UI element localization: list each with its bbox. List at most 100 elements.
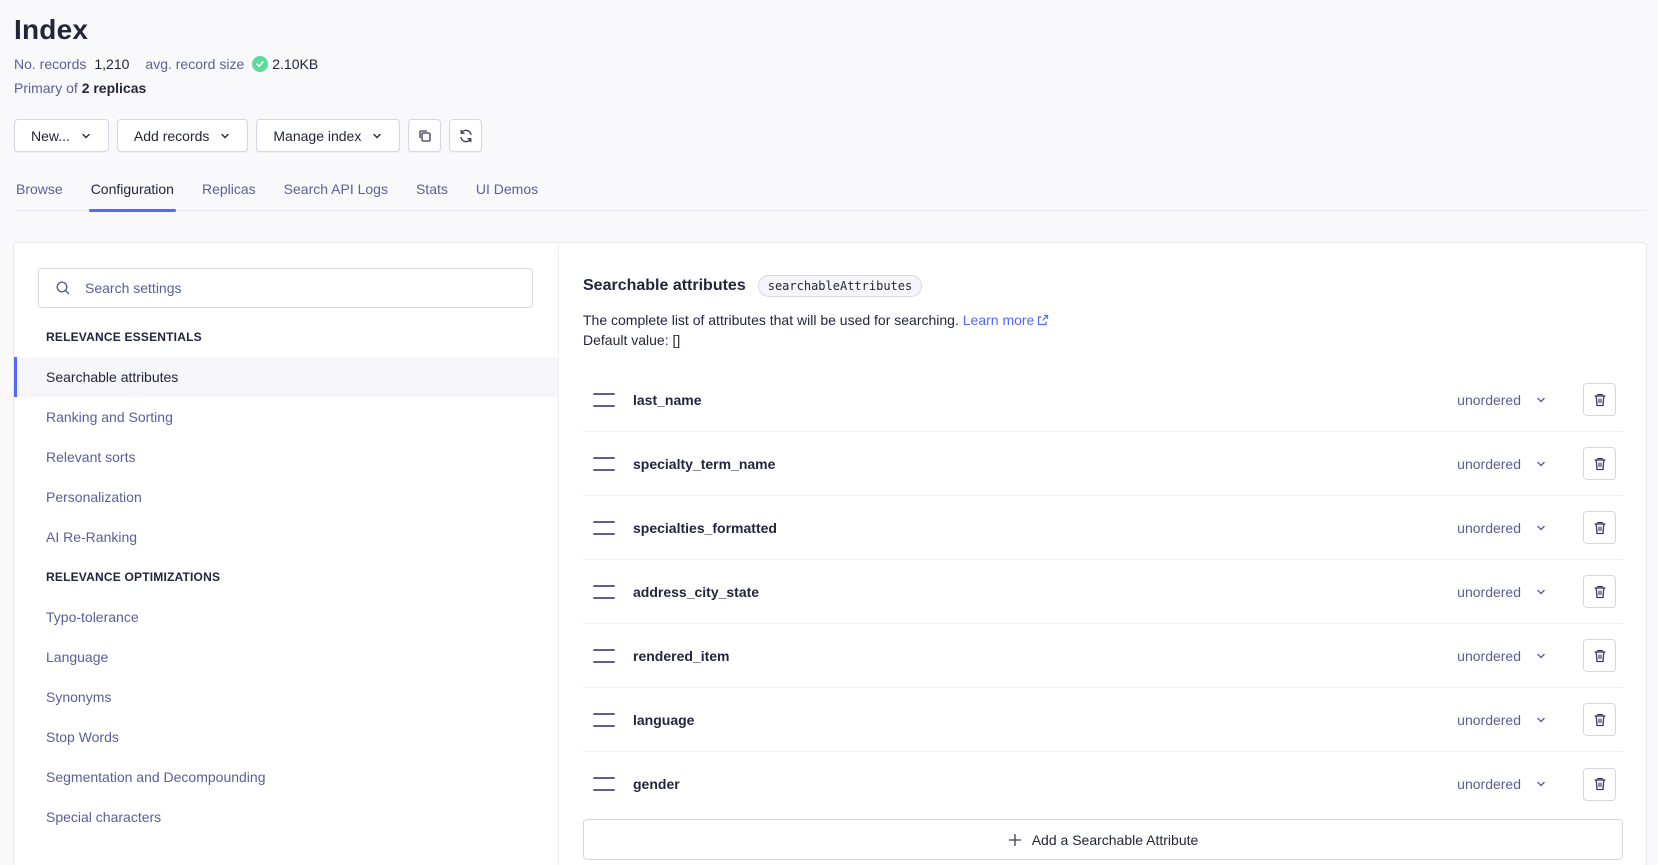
order-value: unordered xyxy=(1457,711,1521,728)
drag-handle-icon[interactable] xyxy=(593,392,615,407)
delete-attribute-button[interactable] xyxy=(1583,767,1616,801)
delete-attribute-button[interactable] xyxy=(1583,511,1616,544)
order-select[interactable]: unordered xyxy=(1457,392,1547,408)
attribute-row: language unordered xyxy=(583,688,1623,752)
sidebar-item-language[interactable]: Language xyxy=(14,637,558,677)
replica-prefix: Primary of xyxy=(14,80,78,96)
drag-handle-icon[interactable] xyxy=(593,456,615,471)
attribute-row: specialty_term_name unordered xyxy=(583,432,1623,496)
tab-replicas[interactable]: Replicas xyxy=(200,178,258,211)
sidebar-item-synonyms[interactable]: Synonyms xyxy=(14,677,558,717)
order-value: unordered xyxy=(1457,455,1521,472)
tab-search-api-logs[interactable]: Search API Logs xyxy=(282,178,390,211)
delete-attribute-button[interactable] xyxy=(1583,639,1616,672)
sidebar-item-ranking-and-sorting[interactable]: Ranking and Sorting xyxy=(14,397,558,437)
attribute-name: specialties_formatted xyxy=(633,519,777,536)
add-searchable-attribute-button[interactable]: Add a Searchable Attribute xyxy=(583,819,1623,860)
attribute-row: gender unordered xyxy=(583,752,1623,816)
replica-link[interactable]: 2 replicas xyxy=(82,80,147,96)
add-records-label: Add records xyxy=(133,127,210,144)
sidebar-item-segmentation[interactable]: Segmentation and Decompounding xyxy=(14,757,558,797)
index-tabs: Browse Configuration Replicas Search API… xyxy=(14,178,1646,212)
section-relevance-optimizations: RELEVANCE OPTIMIZATIONS xyxy=(46,570,221,584)
new-button-label: New... xyxy=(31,127,70,144)
delete-attribute-button[interactable] xyxy=(1583,383,1616,416)
chevron-down-icon xyxy=(373,133,382,138)
order-select[interactable]: unordered xyxy=(1457,584,1547,600)
sidebar-item-personalization[interactable]: Personalization xyxy=(14,477,558,517)
drag-handle-icon[interactable] xyxy=(593,648,615,663)
chevron-down-icon xyxy=(1537,781,1545,787)
attribute-name: gender xyxy=(633,776,680,792)
records-value: 1,210 xyxy=(94,56,130,72)
attribute-name: address_city_state xyxy=(633,583,760,600)
order-select[interactable]: unordered xyxy=(1457,776,1547,792)
trash-icon xyxy=(1593,457,1606,470)
add-records-button[interactable]: Add records xyxy=(116,119,249,152)
attribute-name: rendered_item xyxy=(633,647,730,664)
delete-attribute-button[interactable] xyxy=(1583,703,1616,736)
order-value: unordered xyxy=(1457,647,1521,664)
check-circle-icon xyxy=(252,56,269,72)
tab-stats[interactable]: Stats xyxy=(414,178,450,211)
learn-more-label: Learn more xyxy=(962,312,1035,328)
chevron-down-icon xyxy=(1537,525,1545,530)
attribute-name: language xyxy=(633,711,695,728)
order-select[interactable]: unordered xyxy=(1457,712,1547,728)
section-description: The complete list of attributes that wil… xyxy=(583,310,1049,350)
chevron-down-icon xyxy=(1537,589,1545,594)
chevron-down-icon xyxy=(1537,461,1545,466)
replica-info: Primary of 2 replicas xyxy=(14,80,318,96)
avg-size-value: 2.10KB xyxy=(272,56,319,72)
tab-configuration[interactable]: Configuration xyxy=(88,178,177,212)
manage-index-button[interactable]: Manage index xyxy=(256,119,401,152)
order-select[interactable]: unordered xyxy=(1457,648,1547,664)
settings-search[interactable] xyxy=(38,268,533,308)
section-relevance-essentials: RELEVANCE ESSENTIALS xyxy=(46,330,202,344)
copy-button[interactable] xyxy=(408,119,442,152)
drag-handle-icon[interactable] xyxy=(593,712,615,727)
default-value-text: Default value: [] xyxy=(583,332,681,348)
section-title: Searchable attributes xyxy=(583,277,746,294)
delete-attribute-button[interactable] xyxy=(1583,575,1616,608)
order-select[interactable]: unordered xyxy=(1457,520,1547,536)
attribute-row: specialties_formatted unordered xyxy=(583,496,1623,560)
trash-icon xyxy=(1593,521,1606,534)
api-parameter-badge: searchableAttributes xyxy=(757,275,923,297)
chevron-down-icon xyxy=(1537,397,1545,402)
attribute-row: address_city_state unordered xyxy=(583,560,1623,624)
sidebar-item-relevant-sorts[interactable]: Relevant sorts xyxy=(14,437,558,477)
tab-browse[interactable]: Browse xyxy=(14,178,65,211)
manage-index-label: Manage index xyxy=(273,127,362,144)
order-select[interactable]: unordered xyxy=(1457,456,1547,472)
attribute-list: last_name unordered specialty_term_name … xyxy=(583,368,1623,816)
sidebar-item-typo-tolerance[interactable]: Typo-tolerance xyxy=(14,597,558,637)
drag-handle-icon[interactable] xyxy=(593,777,615,791)
attribute-row: rendered_item unordered xyxy=(583,624,1623,688)
refresh-button[interactable] xyxy=(449,119,483,152)
index-toolbar: New... Add records Manage index xyxy=(14,119,483,152)
delete-attribute-button[interactable] xyxy=(1583,447,1616,480)
add-attribute-label: Add a Searchable Attribute xyxy=(1031,831,1199,848)
trash-icon xyxy=(1593,585,1606,598)
configuration-panel: RELEVANCE ESSENTIALS Searchable attribut… xyxy=(13,242,1647,865)
drag-handle-icon[interactable] xyxy=(593,584,615,599)
description-text: The complete list of attributes that wil… xyxy=(583,312,959,328)
trash-icon xyxy=(1593,713,1606,726)
sidebar-item-ai-re-ranking[interactable]: AI Re-Ranking xyxy=(14,517,558,557)
settings-sidebar: RELEVANCE ESSENTIALS Searchable attribut… xyxy=(14,243,559,865)
drag-handle-icon[interactable] xyxy=(593,520,615,535)
order-value: unordered xyxy=(1457,391,1521,408)
learn-more-link[interactable]: Learn more xyxy=(963,312,1050,328)
avg-size-label: avg. record size xyxy=(145,56,245,72)
order-value: unordered xyxy=(1457,583,1521,600)
attribute-name: specialty_term_name xyxy=(633,455,776,472)
page-title: Index xyxy=(14,14,89,45)
search-icon xyxy=(56,281,70,295)
sidebar-item-special-characters[interactable]: Special characters xyxy=(14,797,558,837)
sidebar-item-stop-words[interactable]: Stop Words xyxy=(14,717,558,757)
new-dropdown-button[interactable]: New... xyxy=(14,119,109,152)
tab-ui-demos[interactable]: UI Demos xyxy=(474,178,540,211)
sidebar-item-searchable-attributes[interactable]: Searchable attributes xyxy=(14,357,558,397)
search-settings-input[interactable] xyxy=(85,280,505,296)
